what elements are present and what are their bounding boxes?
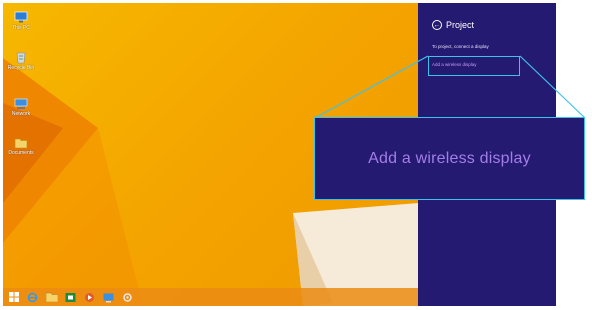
desktop-icon-documents[interactable]: Documents xyxy=(7,136,35,156)
file-explorer-icon xyxy=(45,292,58,302)
taskbar-store-button[interactable] xyxy=(64,291,77,303)
zoom-callout: Add a wireless display xyxy=(314,117,585,200)
taskbar-media-button[interactable] xyxy=(83,291,96,303)
taskbar-ie-button[interactable] xyxy=(26,291,39,303)
taskbar-network-app-button[interactable] xyxy=(102,291,115,303)
recycle-bin-icon xyxy=(16,52,26,64)
taskbar-start-button[interactable] xyxy=(7,291,20,303)
network-icon xyxy=(14,98,28,109)
callout-text: Add a wireless display xyxy=(368,149,531,167)
start-icon xyxy=(8,292,19,302)
store-icon xyxy=(65,292,76,302)
folder-icon xyxy=(14,138,28,149)
network-app-icon xyxy=(103,293,114,302)
taskbar-settings-button[interactable] xyxy=(121,291,134,303)
charm-title: Project xyxy=(446,20,475,30)
back-arrow-icon[interactable]: ← xyxy=(432,20,442,30)
desktop-icon-network[interactable]: Network xyxy=(7,97,35,117)
media-icon xyxy=(85,292,94,302)
desktop-icon-label: Recycle Bin xyxy=(7,65,35,71)
desktop-icon-this-pc[interactable]: This PC xyxy=(7,11,35,31)
charm-subtitle: To project, connect a display xyxy=(432,44,489,49)
computer-icon xyxy=(14,11,28,23)
desktop-icon-label: This PC xyxy=(12,25,30,31)
desktop-icon-recycle-bin[interactable]: Recycle Bin xyxy=(7,51,35,71)
taskbar xyxy=(3,288,418,306)
ie-icon xyxy=(27,292,38,302)
add-wireless-display-link[interactable]: Add a wireless display xyxy=(432,62,477,67)
taskbar-file-explorer-button[interactable] xyxy=(45,291,58,303)
charm-header: ← Project xyxy=(432,20,474,30)
settings-icon xyxy=(123,292,132,302)
desktop-icon-label: Documents xyxy=(8,150,34,156)
desktop-icon-label: Network xyxy=(11,111,31,117)
